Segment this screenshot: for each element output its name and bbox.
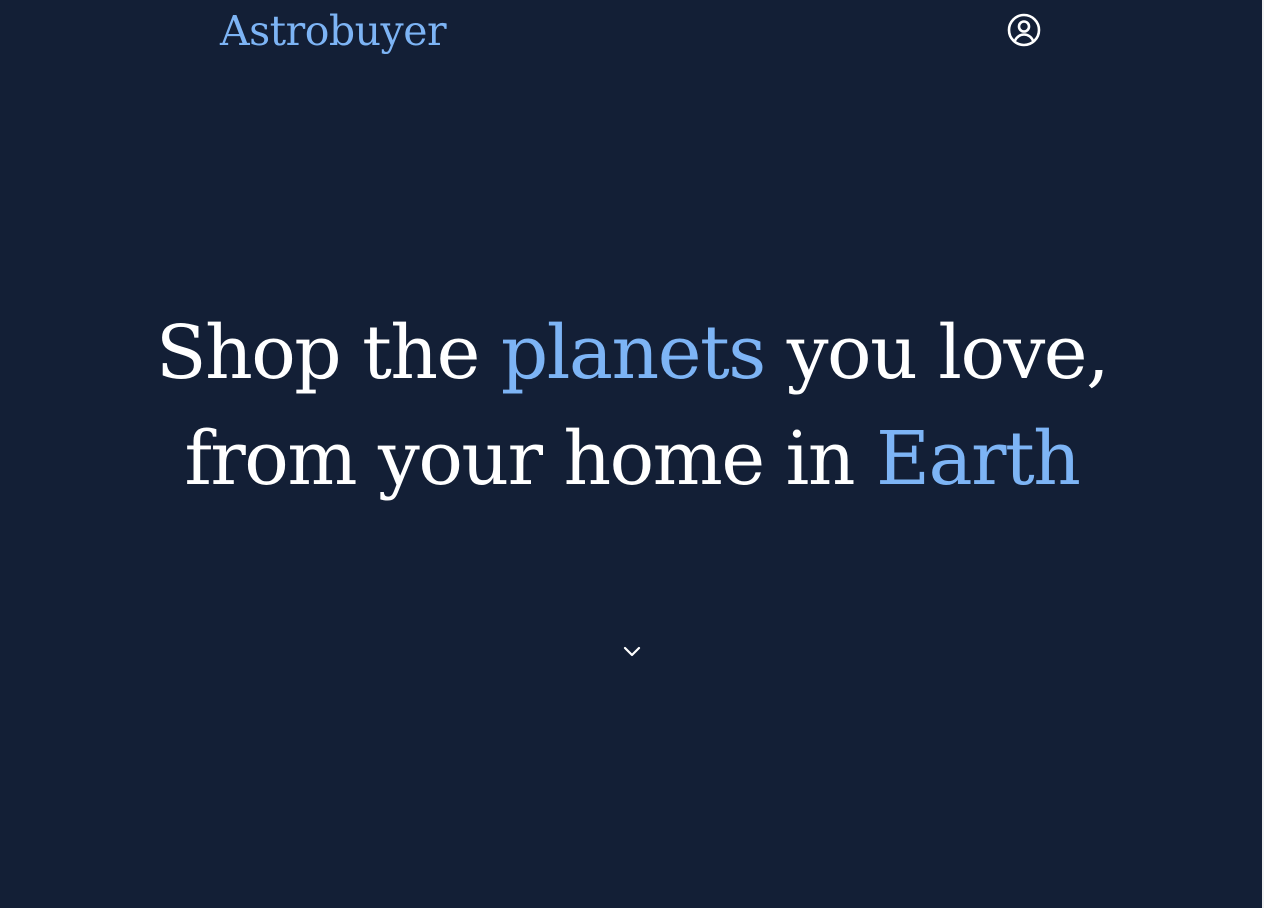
account-button[interactable] [1006,12,1042,48]
hero-text: from your home in [184,416,877,502]
hero-text: Shop the [155,310,501,396]
hero-highlight: planets [500,310,766,396]
hero-headline: Shop the planets you love, from your hom… [0,300,1264,512]
user-circle-icon [1007,13,1041,47]
hero-line-1: Shop the planets you love, [0,300,1264,406]
hero-line-2: from your home in Earth [0,406,1264,512]
scroll-down-button[interactable] [618,640,646,664]
chevron-down-icon [623,646,641,657]
landing-page: Astrobuyer Shop the planets you love, fr… [0,0,1264,908]
site-logo[interactable]: Astrobuyer [220,6,447,56]
hero-text: you love, [764,310,1110,396]
hero-highlight: Earth [876,416,1081,502]
